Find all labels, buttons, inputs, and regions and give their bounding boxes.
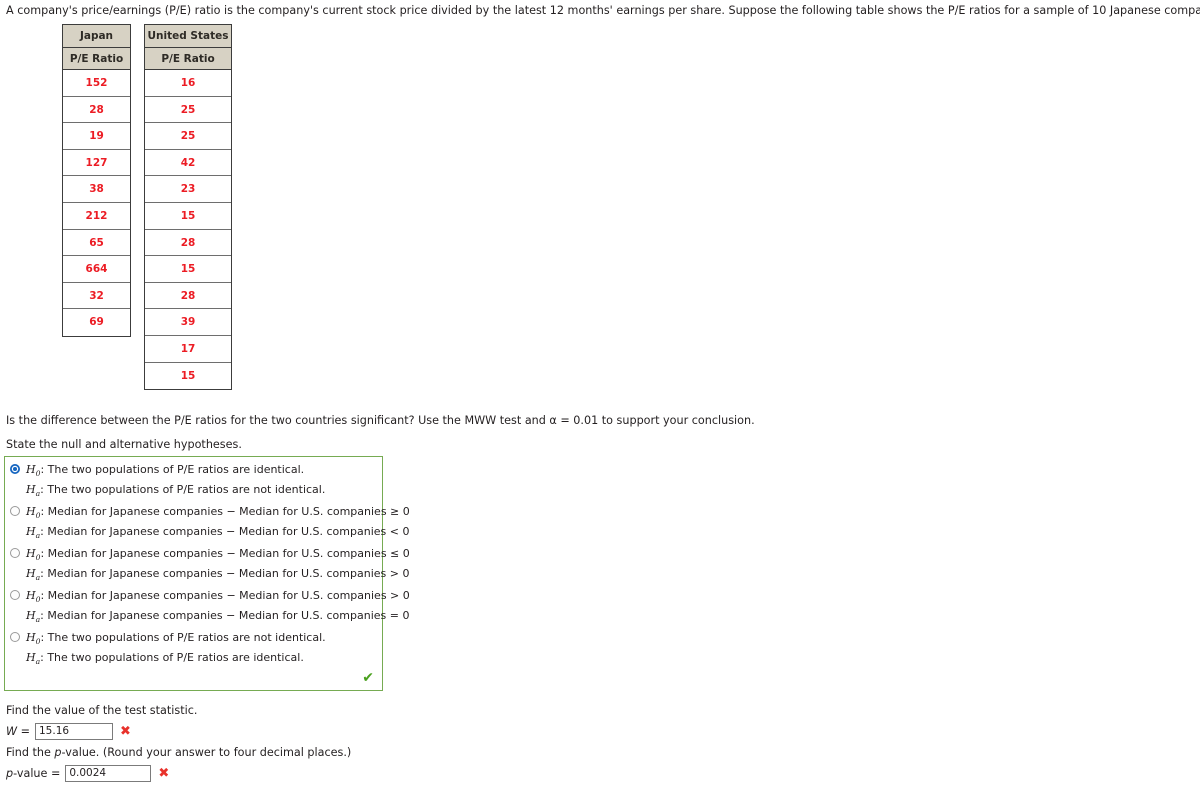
h-statement: : Median for Japanese companies − Median… bbox=[40, 609, 410, 622]
table-cell: 16 bbox=[145, 70, 231, 97]
hypothesis-option-2[interactable]: H0: Median for Japanese companies − Medi… bbox=[10, 504, 410, 541]
hypotheses-answer-box: H0: The two populations of P/E ratios ar… bbox=[4, 456, 410, 691]
equals-sign: = bbox=[17, 725, 30, 738]
hypothesis-option-1[interactable]: H0: The two populations of P/E ratios ar… bbox=[10, 462, 380, 499]
h-statement: : Median for Japanese companies − Median… bbox=[40, 589, 410, 602]
table-cell: 15 bbox=[145, 203, 231, 230]
significance-question: Is the difference between the P/E ratios… bbox=[6, 414, 755, 427]
h-symbol: H bbox=[26, 505, 36, 518]
h-statement: : Median for Japanese companies − Median… bbox=[40, 567, 410, 580]
hypothesis-null-text: H0: Median for Japanese companies − Medi… bbox=[26, 546, 410, 565]
hypothesis-option-5[interactable]: H0: The two populations of P/E ratios ar… bbox=[10, 630, 380, 667]
h-symbol: H bbox=[26, 463, 36, 476]
table-cell: 32 bbox=[63, 283, 130, 310]
intro-paragraph: A company's price/earnings (P/E) ratio i… bbox=[6, 4, 1200, 17]
p-value-input[interactable] bbox=[65, 765, 152, 782]
table-cell: 38 bbox=[63, 176, 130, 203]
h-symbol: H bbox=[26, 651, 36, 664]
h-statement: : The two populations of P/E ratios are … bbox=[40, 631, 326, 644]
column-header-united-states: United States P/E Ratio bbox=[144, 24, 232, 70]
correct-check-icon: ✔ bbox=[362, 670, 374, 686]
hypothesis-null-text: H0: The two populations of P/E ratios ar… bbox=[26, 630, 326, 649]
hypothesis-option-4[interactable]: H0: Median for Japanese companies − Medi… bbox=[10, 588, 410, 625]
table-cell: 28 bbox=[145, 230, 231, 257]
hypothesis-alt-text: Ha: The two populations of P/E ratios ar… bbox=[26, 650, 304, 669]
p-value-block: Find the p-value. (Round your answer to … bbox=[6, 746, 351, 782]
table-cell: 65 bbox=[63, 230, 130, 257]
radio-button-option-3[interactable] bbox=[10, 548, 20, 558]
table-cell: 15 bbox=[145, 256, 231, 283]
p-value-prompt-b: -value. (Round your answer to four decim… bbox=[61, 746, 352, 759]
column-header-country: United States bbox=[147, 30, 229, 42]
column-body-japan: 152 28 19 127 38 212 65 664 32 69 bbox=[62, 70, 131, 337]
h-statement: : Median for Japanese companies − Median… bbox=[40, 547, 410, 560]
table-cell: 25 bbox=[145, 97, 231, 124]
table-cell: 39 bbox=[145, 309, 231, 336]
radio-button-option-2[interactable] bbox=[10, 506, 20, 516]
hypothesis-alt-text: Ha: Median for Japanese companies − Medi… bbox=[26, 524, 409, 543]
w-symbol: W bbox=[6, 725, 18, 738]
h-symbol: H bbox=[26, 483, 36, 496]
table-column-united-states: United States P/E Ratio 16 25 25 42 23 1… bbox=[144, 24, 232, 391]
table-cell: 23 bbox=[145, 176, 231, 203]
incorrect-x-icon: ✖ bbox=[120, 724, 131, 739]
test-statistic-block: Find the value of the test statistic. W … bbox=[6, 704, 197, 740]
hypothesis-alt-text: Ha: The two populations of P/E ratios ar… bbox=[26, 482, 325, 501]
h-statement: : The two populations of P/E ratios are … bbox=[40, 651, 304, 664]
table-column-japan: Japan P/E Ratio 152 28 19 127 38 212 65 … bbox=[62, 24, 131, 337]
state-hypotheses-prompt: State the null and alternative hypothese… bbox=[6, 438, 242, 451]
table-cell: 17 bbox=[145, 336, 231, 363]
table-cell: 42 bbox=[145, 150, 231, 177]
h-statement: : The two populations of P/E ratios are … bbox=[40, 483, 326, 496]
h-symbol: H bbox=[26, 631, 36, 644]
test-statistic-input[interactable] bbox=[35, 723, 113, 740]
hypothesis-alt-text: Ha: Median for Japanese companies − Medi… bbox=[26, 566, 409, 585]
h-symbol: H bbox=[26, 589, 36, 602]
p-symbol: p bbox=[54, 746, 62, 759]
table-cell: 152 bbox=[63, 70, 130, 97]
hypothesis-null-text: H0: Median for Japanese companies − Medi… bbox=[26, 504, 410, 523]
p-value-prompt: Find the p-value. (Round your answer to … bbox=[6, 746, 351, 760]
hypothesis-null-text: H0: The two populations of P/E ratios ar… bbox=[26, 462, 304, 481]
table-cell: 28 bbox=[63, 97, 130, 124]
h-symbol: H bbox=[26, 567, 36, 580]
h-symbol: H bbox=[26, 609, 36, 622]
table-cell: 212 bbox=[63, 203, 130, 230]
table-cell: 127 bbox=[63, 150, 130, 177]
p-value-equals: -value = bbox=[13, 767, 61, 780]
table-cell: 25 bbox=[145, 123, 231, 150]
h-statement: : Median for Japanese companies − Median… bbox=[40, 505, 410, 518]
column-body-united-states: 16 25 25 42 23 15 28 15 28 39 17 15 bbox=[144, 70, 232, 391]
h-statement: : The two populations of P/E ratios are … bbox=[40, 463, 305, 476]
pe-ratio-table: Japan P/E Ratio 152 28 19 127 38 212 65 … bbox=[62, 24, 232, 391]
hypothesis-alt-text: Ha: Median for Japanese companies − Medi… bbox=[26, 608, 409, 627]
hypothesis-option-3[interactable]: H0: Median for Japanese companies − Medi… bbox=[10, 546, 410, 583]
column-header-japan: Japan P/E Ratio bbox=[62, 24, 131, 70]
table-cell: 15 bbox=[180, 369, 196, 382]
radio-button-option-4[interactable] bbox=[10, 590, 20, 600]
h-symbol: H bbox=[26, 547, 36, 560]
column-header-country: Japan bbox=[79, 30, 114, 42]
hypothesis-null-text: H0: Median for Japanese companies − Medi… bbox=[26, 588, 410, 607]
table-cell: 664 bbox=[63, 256, 130, 283]
incorrect-x-icon: ✖ bbox=[158, 766, 170, 781]
table-cell: 69 bbox=[89, 316, 104, 329]
test-statistic-prompt: Find the value of the test statistic. bbox=[6, 704, 198, 717]
table-cell: 28 bbox=[145, 283, 231, 310]
radio-button-option-1[interactable] bbox=[10, 464, 20, 474]
test-statistic-label: W = bbox=[6, 725, 30, 738]
radio-button-option-5[interactable] bbox=[10, 632, 20, 642]
p-value-prompt-a: Find the bbox=[6, 746, 55, 759]
column-header-measure: P/E Ratio bbox=[145, 47, 231, 69]
h-statement: : Median for Japanese companies − Median… bbox=[40, 525, 410, 538]
table-cell: 19 bbox=[63, 123, 130, 150]
p-value-label: p-value = bbox=[6, 767, 60, 780]
h-symbol: H bbox=[26, 525, 36, 538]
column-header-measure: P/E Ratio bbox=[63, 47, 130, 69]
